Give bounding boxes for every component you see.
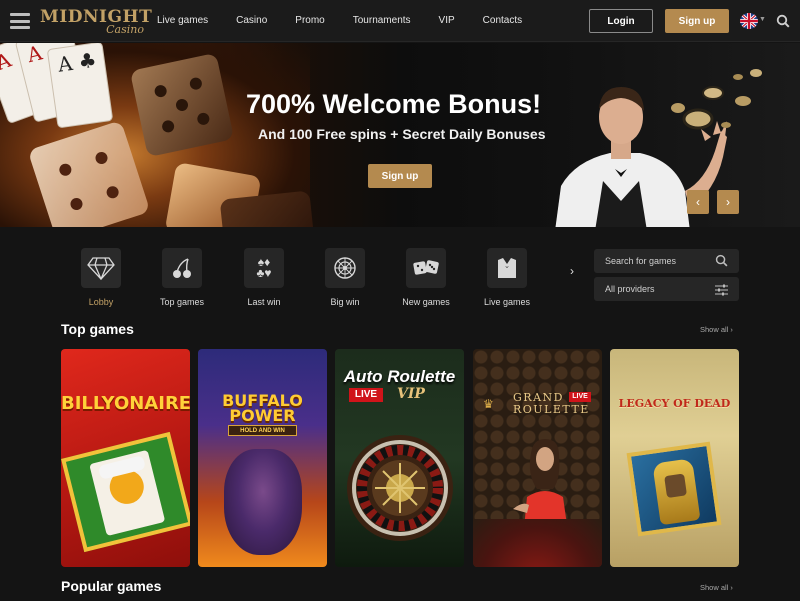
buffalo-art: [224, 449, 302, 555]
en-flag-icon[interactable]: [740, 13, 758, 29]
chevron-down-icon[interactable]: ▼: [759, 16, 766, 23]
crown-icon: ♛: [483, 397, 494, 411]
game-tile-auto-roulette[interactable]: Auto Roulette LIVE VIP: [335, 349, 464, 567]
category-label: Top games: [159, 297, 205, 307]
login-button[interactable]: Login: [589, 9, 653, 33]
search-icon[interactable]: [776, 14, 790, 28]
game-tile-buffalo-power[interactable]: BUFFALO POWER HOLD AND WIN: [198, 349, 327, 567]
category-last-win[interactable]: ♠♦ ♣♥ Last win: [234, 248, 294, 307]
menu-icon[interactable]: [10, 13, 30, 29]
carousel-next-button[interactable]: ›: [717, 190, 739, 214]
game-tagline: HOLD AND WIN: [228, 425, 297, 436]
game-title: BILLYONAIRE: [61, 393, 190, 414]
category-live-games[interactable]: Live games: [477, 248, 537, 307]
signup-button[interactable]: Sign up: [665, 9, 729, 33]
nav-vip[interactable]: VIP: [439, 15, 455, 26]
dice-art: [129, 52, 235, 158]
roulette-table-art: [473, 519, 602, 567]
category-new-games[interactable]: New games: [396, 248, 456, 307]
main-nav: Live games Casino Promo Tournaments VIP …: [157, 15, 550, 26]
popular-games-title: Popular games: [61, 578, 162, 594]
game-title: Auto Roulette: [343, 367, 456, 386]
nav-casino[interactable]: Casino: [236, 15, 267, 26]
providers-select[interactable]: All providers: [594, 277, 739, 301]
category-label: Live games: [483, 297, 531, 307]
logo-subtext: Casino: [106, 23, 144, 36]
top-games-show-all[interactable]: Show all ›: [700, 325, 733, 334]
category-top-games[interactable]: Top games: [152, 248, 212, 307]
pharaoh-art: [626, 441, 722, 537]
logo[interactable]: MIDNIGHT Casino: [40, 8, 152, 38]
category-label: Lobby: [88, 297, 114, 307]
dealer-icon: [487, 248, 527, 288]
nav-tournaments[interactable]: Tournaments: [353, 15, 411, 26]
live-badge: LIVE: [569, 392, 591, 402]
playing-card-art: A ♣: [46, 43, 114, 129]
game-search: [594, 249, 739, 273]
providers-label: All providers: [605, 284, 655, 294]
category-big-win[interactable]: Big win: [315, 248, 375, 307]
game-tile-billyonaire[interactable]: BILLYONAIRE: [61, 349, 190, 567]
search-icon[interactable]: [715, 254, 728, 272]
nav-live-games[interactable]: Live games: [157, 15, 208, 26]
hero-subtitle: And 100 Free spins + Secret Daily Bonuse…: [258, 126, 546, 142]
hero-banner: A A A ♣ 700% Welcome Bonus! And 100 Free…: [0, 43, 800, 227]
game-art: [61, 431, 190, 553]
game-title: BUFFALO POWER: [222, 391, 303, 425]
dice-icon: [406, 248, 446, 288]
top-games-title: Top games: [61, 321, 134, 337]
hero-signup-button[interactable]: Sign up: [368, 164, 432, 188]
card-suits-icon: ♠♦ ♣♥: [244, 248, 284, 288]
carousel-prev-button[interactable]: ‹: [687, 190, 709, 214]
chips-art: [668, 63, 768, 153]
category-label: Last win: [247, 297, 281, 307]
game-tile-grand-roulette[interactable]: ♛ GRAND ROULETTE LIVE: [473, 349, 602, 567]
chevron-right-icon[interactable]: ›: [570, 264, 574, 278]
vip-label: VIP: [397, 386, 425, 402]
popular-games-show-all[interactable]: Show all ›: [700, 583, 733, 592]
nav-contacts[interactable]: Contacts: [483, 15, 522, 26]
live-badge: LIVE: [349, 388, 383, 402]
search-input[interactable]: [594, 249, 714, 273]
diamond-icon: [81, 248, 121, 288]
hero-title: 700% Welcome Bonus!: [246, 89, 542, 119]
roulette-wheel-art: [345, 433, 455, 548]
category-label: New games: [402, 297, 450, 307]
game-title: LEGACY OF DEAD: [618, 397, 731, 410]
cherries-icon: [162, 248, 202, 288]
game-tile-legacy-of-dead[interactable]: LEGACY OF DEAD: [610, 349, 739, 567]
top-header: MIDNIGHT Casino Live games Casino Promo …: [0, 0, 800, 42]
filter-icon: [715, 283, 728, 301]
nav-promo[interactable]: Promo: [295, 15, 324, 26]
category-lobby[interactable]: Lobby: [71, 248, 131, 307]
roulette-icon: [325, 248, 365, 288]
category-label: Big win: [330, 297, 360, 307]
